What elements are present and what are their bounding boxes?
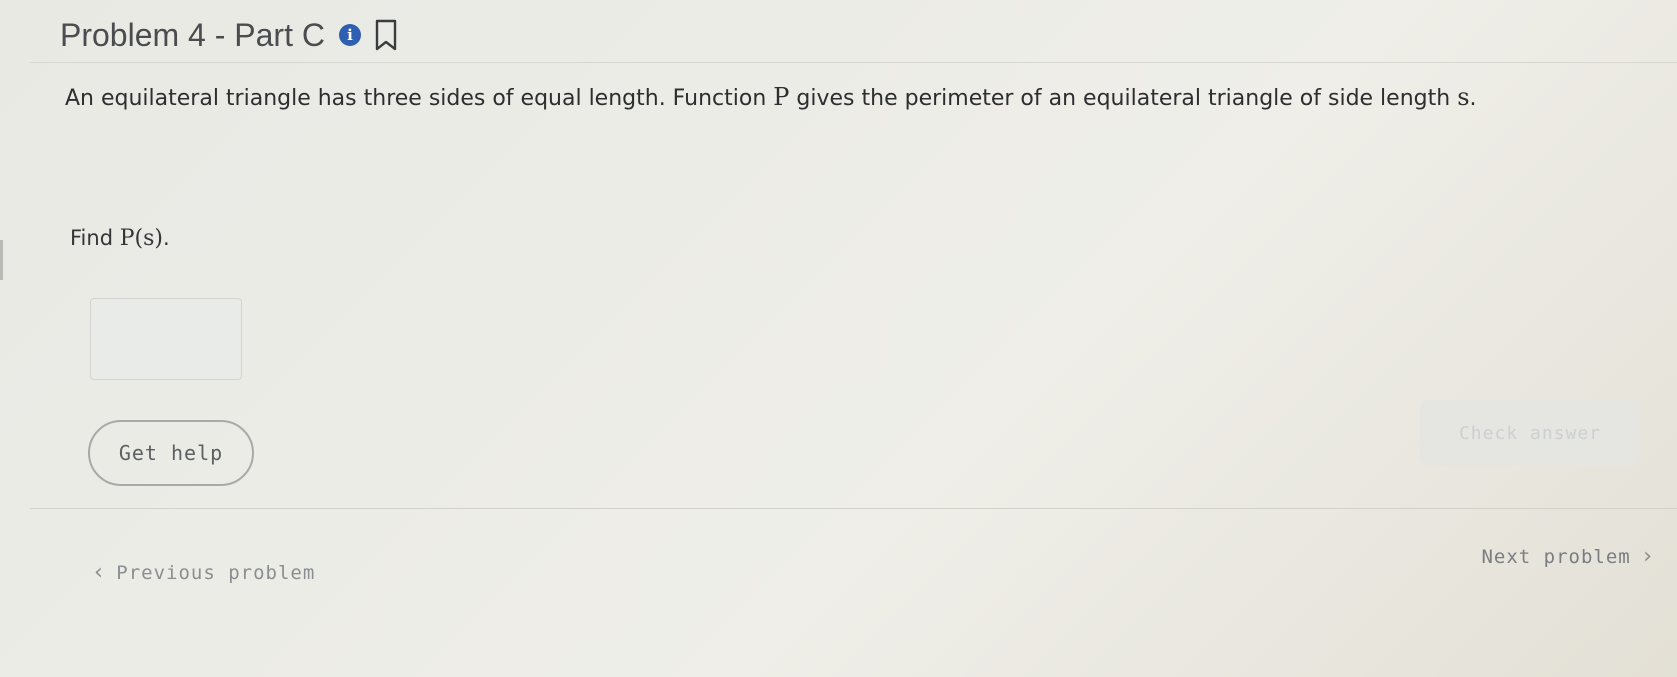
problem-header: Problem 4 - Part C i	[60, 10, 399, 60]
previous-problem-label: Previous problem	[116, 561, 316, 584]
find-end: .	[162, 226, 170, 250]
get-help-button[interactable]: Get help	[88, 420, 254, 486]
header-divider	[30, 62, 1677, 63]
answer-input[interactable]	[90, 298, 242, 380]
info-icon[interactable]: i	[338, 24, 361, 46]
check-answer-button[interactable]: Check answer	[1420, 400, 1640, 466]
variable-p: P	[773, 83, 790, 111]
problem-text-part: .	[1469, 86, 1477, 111]
problem-text-part: gives the perimeter of an equilateral tr…	[789, 86, 1458, 111]
chevron-right-icon: ›	[1640, 544, 1655, 569]
bookmark-icon[interactable]	[375, 18, 399, 52]
page-title: Problem 4 - Part C	[60, 16, 325, 53]
left-edge-marker	[0, 240, 3, 280]
find-label: Find	[70, 226, 120, 250]
next-problem-link[interactable]: Next problem ›	[1481, 544, 1655, 569]
next-problem-label: Next problem	[1481, 545, 1631, 568]
previous-problem-link[interactable]: ‹ Previous problem	[92, 560, 315, 585]
section-divider	[30, 508, 1677, 509]
problem-text-part: An equilateral triangle has three sides …	[65, 86, 774, 111]
variable-s: s	[1457, 83, 1470, 111]
chevron-left-icon: ‹	[92, 560, 107, 585]
problem-statement: An equilateral triangle has three sides …	[65, 76, 1635, 120]
find-prompt: Find P(s).	[70, 226, 170, 251]
function-expression: P(s)	[119, 226, 163, 251]
